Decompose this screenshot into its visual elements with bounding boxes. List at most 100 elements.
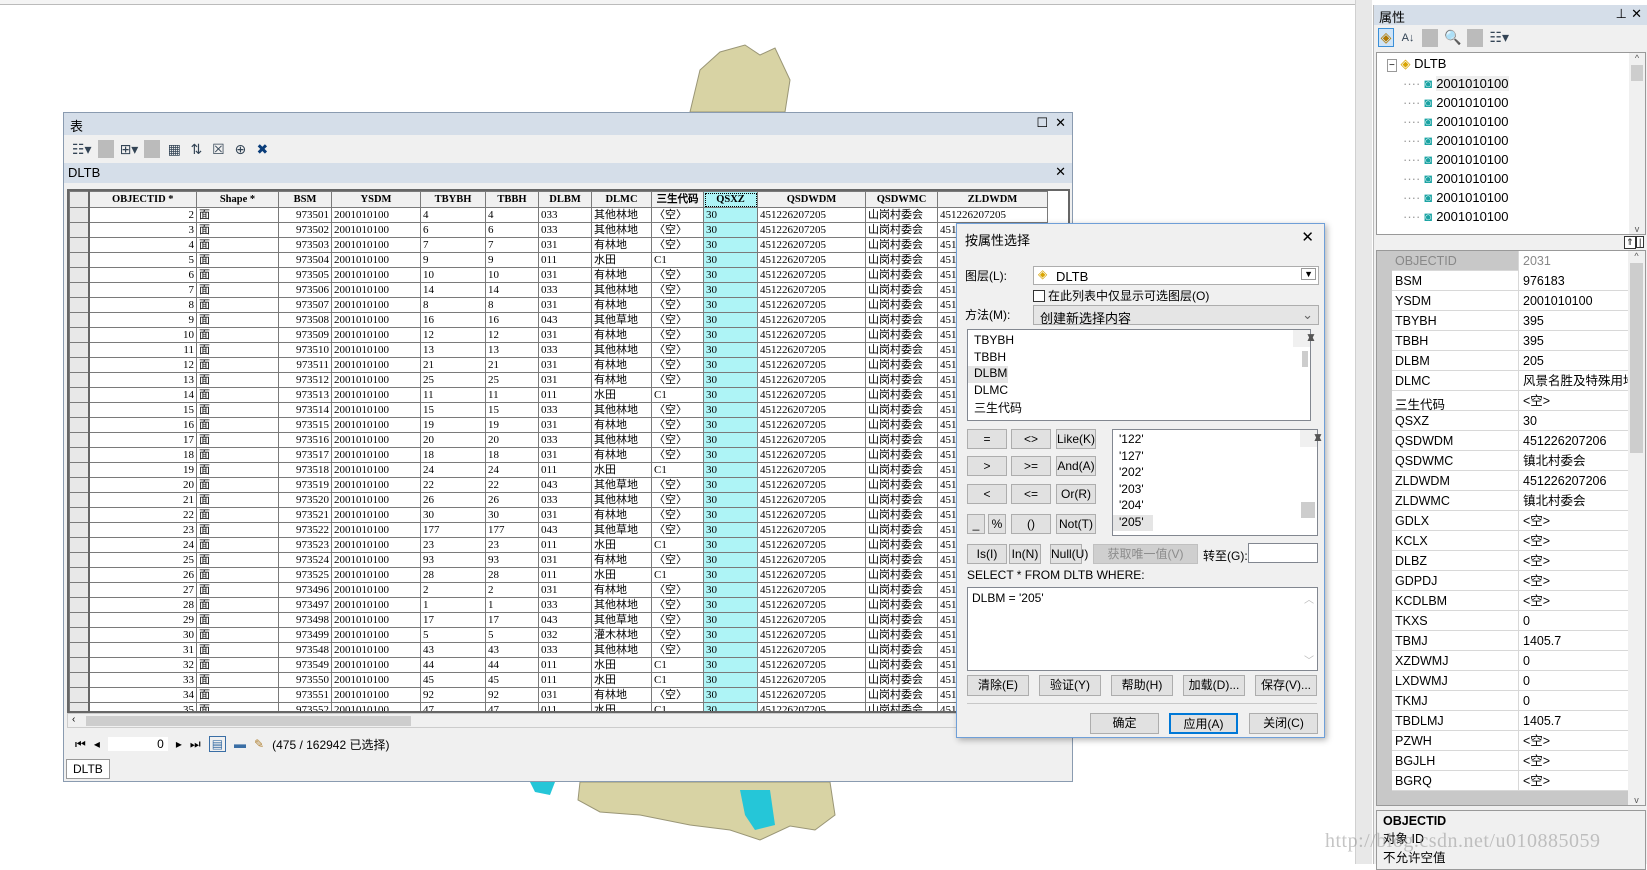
- close-icon[interactable]: ✕: [1055, 115, 1066, 131]
- help-button[interactable]: 帮助(H): [1111, 675, 1173, 696]
- dialog-close-icon[interactable]: ✕: [1301, 228, 1314, 246]
- tree-item[interactable]: ···· ◙ 2001010100: [1403, 209, 1509, 229]
- row-selector[interactable]: [69, 417, 90, 433]
- property-row[interactable]: TKMJ 0: [1392, 691, 1630, 711]
- row-selector[interactable]: [69, 552, 90, 568]
- tree-item[interactable]: ···· ◙ 2001010100: [1403, 133, 1509, 153]
- column-header-objectid[interactable]: OBJECTID *: [88, 191, 197, 208]
- property-row[interactable]: GDLX <空>: [1392, 511, 1630, 531]
- previous-record-icon[interactable]: ◂: [94, 737, 100, 751]
- property-row[interactable]: 三生代码 <空>: [1392, 391, 1630, 412]
- row-selector[interactable]: [69, 387, 90, 403]
- column-header-bsm[interactable]: BSM: [278, 191, 332, 208]
- operator-like-button[interactable]: Like(K): [1056, 429, 1096, 449]
- row-selector[interactable]: [69, 402, 90, 418]
- field-list-item[interactable]: TBYBH: [968, 333, 1310, 350]
- property-row[interactable]: DLMC 风景名胜及特殊用地: [1392, 371, 1630, 391]
- property-row[interactable]: PZWH <空>: [1392, 731, 1630, 751]
- operator-equals-button[interactable]: =: [967, 429, 1007, 449]
- operator-underscore-button[interactable]: _: [967, 514, 985, 534]
- operator-null-button[interactable]: Null(U): [1050, 544, 1088, 564]
- table-row[interactable]: 13 面 973512 2001010100 25 25 031 有林地 〈空〉 30 451226…: [69, 372, 1048, 388]
- horizontal-scroll-thumb[interactable]: [86, 716, 411, 726]
- table-row[interactable]: 34 面 973551 2001010100 92 92 031 有林地 〈空〉 30 451226…: [69, 687, 1048, 703]
- options-icon[interactable]: ☷▾: [1489, 29, 1509, 46]
- property-row[interactable]: BGJLH <空>: [1392, 751, 1630, 771]
- table-window-titlebar[interactable]: 表 ☐ ✕: [64, 113, 1072, 135]
- tree-item[interactable]: ···· ◙ 2001010100: [1403, 95, 1509, 115]
- chevron-down-icon[interactable]: ⌄: [1302, 307, 1313, 323]
- property-row[interactable]: TBBH 395: [1392, 331, 1630, 351]
- sort-toggle-icon[interactable]: ⇑: [1624, 236, 1636, 249]
- tree-root-dltb[interactable]: − ◈ DLTB: [1387, 56, 1446, 76]
- table-row[interactable]: 17 面 973516 2001010100 20 20 033 其他林地 〈空〉 30 45122…: [69, 432, 1048, 448]
- table-row[interactable]: 33 面 973550 2001010100 45 45 011 水田 C1 30 45122620…: [69, 672, 1048, 688]
- layer-dropdown[interactable]: ◈ DLTB ▼: [1033, 266, 1319, 285]
- row-selector[interactable]: [69, 357, 90, 373]
- layer-view-icon[interactable]: ◈: [1378, 28, 1394, 47]
- goto-input[interactable]: [1248, 543, 1318, 563]
- table-row[interactable]: 6 面 973505 2001010100 10 10 031 有林地 〈空〉 30 4512262…: [69, 267, 1048, 283]
- row-selector[interactable]: [69, 537, 90, 553]
- tree-item[interactable]: ···· ◙ 2001010100: [1403, 76, 1509, 96]
- row-selector[interactable]: [69, 237, 90, 253]
- clear-selection-icon[interactable]: ☒: [210, 141, 226, 158]
- table-row[interactable]: 11 面 973510 2001010100 13 13 033 其他林地 〈空〉 30 45122…: [69, 342, 1048, 358]
- operator-parentheses-button[interactable]: (): [1011, 514, 1051, 534]
- row-selector[interactable]: [69, 462, 90, 478]
- table-row[interactable]: 30 面 973499 2001010100 5 5 032 灌木林地 〈空〉 30 4512262…: [69, 627, 1048, 643]
- field-list-item[interactable]: 三生代码: [968, 399, 1310, 416]
- row-selector[interactable]: [69, 672, 90, 688]
- related-tables-icon[interactable]: ⊞▾: [120, 141, 139, 158]
- ok-button[interactable]: 确定: [1090, 713, 1159, 734]
- property-row[interactable]: DLBZ <空>: [1392, 551, 1630, 571]
- row-selector[interactable]: [69, 597, 90, 613]
- row-selector[interactable]: [69, 372, 90, 388]
- operator-is-button[interactable]: Is(I): [967, 544, 1007, 564]
- table-row[interactable]: 27 面 973496 2001010100 2 2 031 有林地 〈空〉 30 45122620…: [69, 582, 1048, 598]
- operator-greater-button[interactable]: >: [967, 456, 1007, 476]
- table-row[interactable]: 22 面 973521 2001010100 30 30 031 有林地 〈空〉 30 451226…: [69, 507, 1048, 523]
- table-row[interactable]: 25 面 973524 2001010100 93 93 031 有林地 〈空〉 30 451226…: [69, 552, 1048, 568]
- method-dropdown[interactable]: 创建新选择内容 ⌄: [1033, 305, 1319, 326]
- verify-button[interactable]: 验证(Y): [1039, 675, 1101, 696]
- property-grid-scrollbar[interactable]: ^ v: [1628, 251, 1645, 805]
- row-selector[interactable]: [69, 522, 90, 538]
- properties-titlebar[interactable]: 属性 ⊥ ✕: [1374, 5, 1647, 25]
- close-table-tab-icon[interactable]: ✕: [1055, 164, 1066, 180]
- property-row[interactable]: BGRQ <空>: [1392, 771, 1630, 791]
- field-list-item[interactable]: DLMC: [968, 383, 1310, 400]
- property-row[interactable]: KCDLBM <空>: [1392, 591, 1630, 611]
- zoom-to-selected-icon[interactable]: ⊕: [232, 141, 248, 158]
- field-list-scrollbar[interactable]: ▲ ▼: [1293, 330, 1317, 367]
- operator-less-button[interactable]: <: [967, 484, 1007, 504]
- row-selector[interactable]: [69, 567, 90, 583]
- table-row[interactable]: 18 面 973517 2001010100 18 18 031 有林地 〈空〉 30 451226…: [69, 447, 1048, 463]
- field-list[interactable]: ▲ ▼ TBYBH TBBH DLBM DLMC 三生代码: [967, 329, 1317, 421]
- property-row[interactable]: QSDWMC 镇北村委会: [1392, 451, 1630, 471]
- first-record-icon[interactable]: ⏮: [75, 737, 86, 752]
- row-selector[interactable]: [69, 267, 90, 283]
- table-row[interactable]: 21 面 973520 2001010100 26 26 033 其他林地 〈空〉 30 45122…: [69, 492, 1048, 508]
- row-selector[interactable]: [69, 282, 90, 298]
- property-row[interactable]: LXDWMJ 0: [1392, 671, 1630, 691]
- table-row[interactable]: 31 面 973548 2001010100 43 43 033 其他林地 〈空〉 30 45122…: [69, 642, 1048, 658]
- column-header-dlmc[interactable]: DLMC: [591, 191, 652, 208]
- table-row[interactable]: 10 面 973509 2001010100 12 12 031 有林地 〈空〉 30 451226…: [69, 327, 1048, 343]
- table-row[interactable]: 12 面 973511 2001010100 21 21 031 有林地 〈空〉 30 451226…: [69, 357, 1048, 373]
- unique-value-item[interactable]: '203': [1113, 482, 1317, 499]
- table-tab-dltb[interactable]: DLTB: [66, 759, 110, 779]
- table-row[interactable]: 28 面 973497 2001010100 1 1 033 其他林地 〈空〉 30 4512262…: [69, 597, 1048, 613]
- property-row[interactable]: TKXS 0: [1392, 611, 1630, 631]
- property-row[interactable]: GDPDJ <空>: [1392, 571, 1630, 591]
- scroll-left-icon[interactable]: ‹: [72, 714, 75, 725]
- tree-item[interactable]: ···· ◙ 2001010100: [1403, 114, 1509, 134]
- unique-value-item[interactable]: '204': [1113, 498, 1317, 515]
- only-selectable-checkbox[interactable]: [1033, 289, 1045, 302]
- property-row[interactable]: OBJECTID 2031: [1392, 251, 1630, 271]
- row-selector[interactable]: [69, 612, 90, 628]
- tree-item[interactable]: ···· ◙ 2001010100: [1403, 171, 1509, 191]
- operator-percent-button[interactable]: %: [988, 514, 1006, 534]
- row-selector[interactable]: [69, 507, 90, 523]
- table-row[interactable]: 20 面 973519 2001010100 22 22 043 其他草地 〈空〉 30 45122…: [69, 477, 1048, 493]
